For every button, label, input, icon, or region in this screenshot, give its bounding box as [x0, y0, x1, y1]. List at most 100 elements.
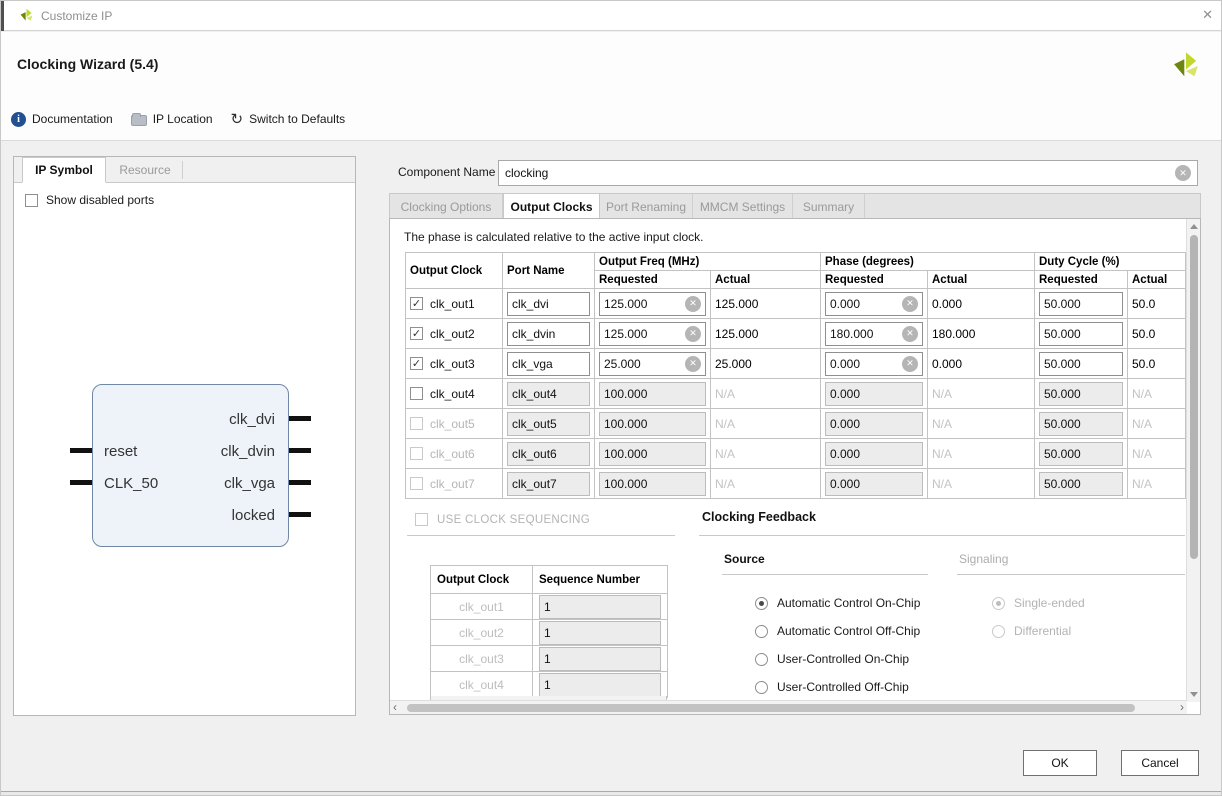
radio-user-controlled-off-chip[interactable]: User-Controlled Off-Chip — [755, 680, 909, 694]
port-label-clkdvi: clk_dvi — [229, 411, 275, 428]
documentation-button[interactable]: i Documentation — [11, 112, 113, 127]
freq-requested-input: 100.000 — [599, 382, 706, 406]
port-stub-clkvga — [289, 480, 311, 485]
output-clocks-panel: The phase is calculated relative to the … — [389, 218, 1201, 715]
radio-automatic-control-off-chip[interactable]: Automatic Control Off-Chip — [755, 624, 920, 638]
table-row: clk_out4 clk_out4 100.000 N/A 0.000 N/A … — [406, 379, 1186, 409]
freq-requested-input[interactable]: 125.000✕ — [599, 292, 706, 316]
xilinx-logo-large-icon — [1169, 48, 1203, 89]
ip-location-button[interactable]: IP Location — [131, 112, 213, 126]
port-label-locked: locked — [232, 507, 275, 524]
port-name-input[interactable]: clk_vga — [507, 352, 590, 376]
duty-requested-input[interactable]: 50.000 — [1039, 322, 1123, 346]
port-name-input[interactable]: clk_dvin — [507, 322, 590, 346]
sequence-table: Output Clock Sequence Number clk_out1 1 … — [430, 565, 668, 698]
radio-user-controlled-on-chip[interactable]: User-Controlled On-Chip — [755, 652, 909, 666]
xilinx-logo-icon — [18, 7, 35, 29]
sequence-number-input: 1 — [539, 621, 661, 645]
tab-summary[interactable]: Summary — [793, 194, 865, 219]
tab-port-renaming[interactable]: Port Renaming — [600, 194, 693, 219]
show-disabled-ports-checkbox[interactable] — [25, 194, 38, 207]
show-disabled-ports-label: Show disabled ports — [46, 193, 154, 207]
component-name-input[interactable]: clocking ✕ — [498, 160, 1198, 186]
vertical-scrollbar[interactable] — [1186, 219, 1200, 702]
component-name-value: clocking — [505, 166, 548, 180]
tab-output-clocks[interactable]: Output Clocks — [503, 194, 600, 219]
phase-requested-input: 0.000 — [825, 412, 923, 436]
clk-out3-checkbox[interactable]: ✓ — [410, 357, 423, 370]
toolbar: i Documentation IP Location ↻ Switch to … — [11, 109, 345, 129]
tab-resource[interactable]: Resource — [108, 157, 182, 183]
switch-to-defaults-button[interactable]: ↻ Switch to Defaults — [231, 112, 346, 127]
tab-mmcm-settings[interactable]: MMCM Settings — [693, 194, 793, 219]
phase-requested-input[interactable]: 0.000✕ — [825, 352, 923, 376]
port-label-reset: reset — [104, 443, 137, 460]
phase-requested-input[interactable]: 0.000✕ — [825, 292, 923, 316]
documentation-label: Documentation — [32, 112, 113, 126]
phase-requested-input[interactable]: 180.000✕ — [825, 322, 923, 346]
output-clocks-table: Output Clock Port Name Output Freq (MHz)… — [405, 252, 1186, 499]
clk-out5-checkbox — [410, 417, 423, 430]
close-icon[interactable]: ✕ — [1202, 7, 1213, 23]
clear-icon[interactable]: ✕ — [902, 296, 918, 312]
col-duty-requested: Requested — [1035, 271, 1128, 289]
col-phase-actual: Actual — [928, 271, 1035, 289]
clear-icon[interactable]: ✕ — [685, 356, 701, 372]
seq-col-sequence-number: Sequence Number — [533, 566, 668, 594]
page-title: Clocking Wizard (5.4) — [17, 56, 158, 72]
scroll-down-icon[interactable] — [1190, 692, 1198, 697]
folder-icon — [131, 115, 147, 126]
phase-requested-input: 0.000 — [825, 472, 923, 496]
radio-icon — [755, 625, 768, 638]
port-name-input[interactable]: clk_dvi — [507, 292, 590, 316]
table-row: clk_out3 1 — [431, 646, 668, 672]
duty-requested-input[interactable]: 50.000 — [1039, 292, 1123, 316]
clear-icon[interactable]: ✕ — [685, 326, 701, 342]
clk-out2-checkbox[interactable]: ✓ — [410, 327, 423, 340]
port-name-input: clk_out5 — [507, 412, 590, 436]
phase-note: The phase is calculated relative to the … — [404, 230, 704, 244]
tab-clocking-options[interactable]: Clocking Options — [390, 194, 503, 219]
clear-icon[interactable]: ✕ — [902, 326, 918, 342]
port-stub-clkdvi — [289, 416, 311, 421]
sequencing-separator — [407, 535, 675, 536]
duty-requested-input[interactable]: 50.000 — [1039, 352, 1123, 376]
source-underline — [722, 574, 928, 575]
clk-out4-checkbox[interactable] — [410, 387, 423, 400]
radio-icon — [755, 653, 768, 666]
tab-ip-symbol[interactable]: IP Symbol — [22, 157, 106, 183]
table-row: clk_out6 clk_out6 100.000 N/A 0.000 N/A … — [406, 439, 1186, 469]
clear-icon[interactable]: ✕ — [902, 356, 918, 372]
radio-automatic-control-on-chip[interactable]: Automatic Control On-Chip — [755, 596, 920, 610]
table-row: clk_out4 1 — [431, 672, 668, 698]
phase-requested-input: 0.000 — [825, 382, 923, 406]
source-group-label: Source — [724, 552, 765, 566]
clear-icon[interactable]: ✕ — [685, 296, 701, 312]
horizontal-scroll-thumb[interactable] — [407, 704, 1135, 712]
cancel-button[interactable]: Cancel — [1121, 750, 1199, 776]
scroll-right-icon[interactable]: › — [1180, 700, 1184, 714]
col-port-name: Port Name — [503, 253, 595, 289]
freq-requested-input[interactable]: 25.000✕ — [599, 352, 706, 376]
vertical-scroll-thumb[interactable] — [1190, 235, 1198, 559]
window-title: Customize IP — [41, 9, 112, 23]
clk-out1-checkbox[interactable]: ✓ — [410, 297, 423, 310]
table-row: clk_out1 1 — [431, 594, 668, 620]
info-icon: i — [11, 112, 26, 127]
scroll-left-icon[interactable]: ‹ — [393, 700, 397, 714]
clear-icon[interactable]: ✕ — [1175, 165, 1191, 181]
radio-icon — [992, 625, 1005, 638]
switch-to-defaults-label: Switch to Defaults — [249, 112, 345, 126]
refresh-icon: ↻ — [231, 112, 244, 127]
sequence-number-input: 1 — [539, 595, 661, 619]
horizontal-scrollbar[interactable]: ‹ › — [390, 700, 1187, 714]
duty-requested-input: 50.000 — [1039, 472, 1123, 496]
main-tab-bar: Clocking Options Output Clocks Port Rena… — [389, 193, 1201, 218]
port-name-input: clk_out4 — [507, 382, 590, 406]
port-label-clkvga: clk_vga — [224, 475, 275, 492]
scroll-up-icon[interactable] — [1190, 224, 1198, 229]
col-phase: Phase (degrees) — [821, 253, 1035, 271]
use-clock-sequencing-label: USE CLOCK SEQUENCING — [437, 514, 590, 526]
ok-button[interactable]: OK — [1023, 750, 1097, 776]
freq-requested-input[interactable]: 125.000✕ — [599, 322, 706, 346]
